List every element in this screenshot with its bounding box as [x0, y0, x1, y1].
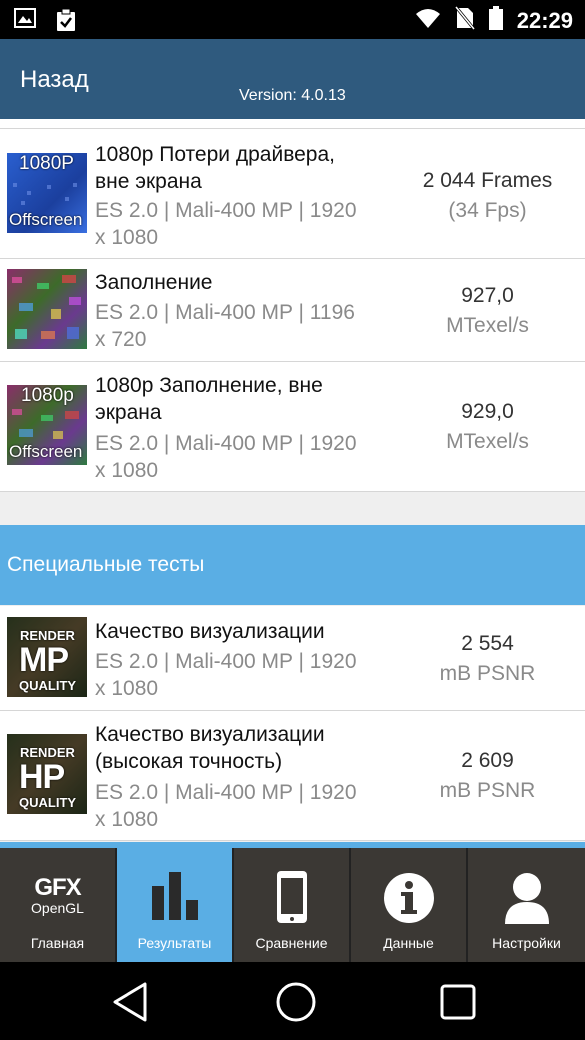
details-line: ES 2.0 | Mali-400 MP | 1920 [95, 781, 357, 804]
title-line: экрана [95, 401, 162, 424]
score-value: 2 554 [461, 632, 514, 655]
thumb-bottom-label: Offscreen [9, 442, 83, 461]
test-thumbnail: RENDER MP QUALITY [7, 617, 87, 697]
section-title: Специальные тесты [7, 553, 205, 576]
user-icon [468, 872, 585, 924]
title-line: Качество визуализации [95, 723, 325, 746]
details-line: ES 2.0 | Mali-400 MP | 1920 [95, 650, 357, 673]
tab-label: Данные [383, 935, 434, 951]
thumb-mid-label: HP [19, 758, 65, 796]
score-value: 929,0 [461, 400, 514, 423]
thumb-top-label: 1080P [19, 153, 74, 174]
status-bar: 22:29 [0, 0, 585, 39]
list-top-edge [0, 119, 585, 129]
clipboard-check-icon [54, 8, 78, 37]
test-details: ES 2.0 | Mali-400 MP | 1196 x 720 [95, 299, 385, 353]
details-line: x 1080 [95, 459, 159, 482]
phone-icon [234, 870, 349, 924]
details-line: ES 2.0 | Mali-400 MP | 1920 [95, 432, 357, 455]
test-row-fill-offscreen[interactable]: 1080p Offscreen 1080p Заполнение, вне эк… [0, 362, 585, 492]
bar-chart-icon [117, 870, 232, 922]
back-nav-button[interactable] [112, 982, 148, 1027]
home-nav-button[interactable] [275, 981, 317, 1028]
test-details: ES 2.0 | Mali-400 MP | 1920 x 1080 [95, 648, 385, 702]
title-line: 1080p Потери драйвера, [95, 143, 335, 166]
score-unit: mB PSNR [439, 779, 536, 802]
title-line: вне экрана [95, 170, 202, 193]
details-line: x 1080 [95, 808, 159, 831]
tab-label: Главная [30, 935, 85, 951]
gfx-logo-icon: GFX OpenGL [0, 874, 115, 917]
test-title: Заполнение [95, 269, 385, 296]
test-thumbnail: 1080p Offscreen [7, 385, 87, 465]
clock: 22:29 [516, 7, 573, 33]
test-details: ES 2.0 | Mali-400 MP | 1920 x 1080 [95, 430, 385, 484]
tab-compare[interactable]: Сравнение [234, 848, 351, 962]
gfx-logo-text: GFX [34, 874, 81, 901]
back-button[interactable]: Назад [20, 66, 89, 94]
score-unit: MTexel/s [446, 314, 529, 337]
bottom-tab-bar: GFX OpenGL Главная Результаты Сравнение [0, 848, 585, 962]
thumb-bottom-label: QUALITY [19, 795, 77, 810]
thumb-top-label: 1080p [21, 385, 74, 406]
score-unit: MTexel/s [446, 430, 529, 453]
test-details: ES 2.0 | Mali-400 MP | 1920 x 1080 [95, 779, 385, 833]
test-title: 1080p Потери драйвера, вне экрана [95, 141, 385, 195]
thumb-bottom-label: Offscreen [9, 210, 83, 229]
no-sim-icon [454, 6, 475, 35]
wifi-icon [415, 7, 441, 34]
battery-icon [488, 6, 503, 35]
test-row-render-quality[interactable]: RENDER MP QUALITY Качество визуализации … [0, 606, 585, 711]
title-line: Качество визуализации [95, 620, 325, 643]
test-row-fill[interactable]: Заполнение ES 2.0 | Mali-400 MP | 1196 x… [0, 259, 585, 362]
tab-home[interactable]: GFX OpenGL Главная [0, 848, 117, 962]
recents-nav-button[interactable] [440, 984, 476, 1025]
details-line: ES 2.0 | Mali-400 MP | 1196 [95, 301, 355, 324]
version-label: Version: 4.0.13 [239, 87, 346, 104]
score-value: 927,0 [461, 284, 514, 307]
title-line: Заполнение [95, 271, 213, 294]
thumb-mid-label: MP [19, 641, 69, 679]
test-row-driver-overhead-offscreen[interactable]: 1080P Offscreen 1080p Потери драйвера, в… [0, 129, 585, 259]
details-line: x 1080 [95, 677, 159, 700]
tab-label: Настройки [492, 935, 561, 951]
score-unit: (34 Fps) [448, 199, 527, 222]
score-value: 2 609 [461, 749, 514, 772]
test-thumbnail [7, 269, 87, 349]
tab-label: Результаты [137, 935, 212, 951]
image-notification-icon [14, 8, 36, 37]
tab-info[interactable]: Данные [351, 848, 468, 962]
test-title: 1080p Заполнение, вне экрана [95, 372, 385, 426]
results-list[interactable]: 1080P Offscreen 1080p Потери драйвера, в… [0, 119, 585, 848]
gfx-logo-subtext: OpenGL [31, 900, 84, 916]
system-nav-bar [0, 962, 585, 1040]
score-unit: mB PSNR [439, 662, 536, 685]
test-title: Качество визуализации [95, 618, 385, 645]
test-thumbnail: 1080P Offscreen [7, 153, 87, 233]
info-icon [351, 872, 466, 924]
test-title: Качество визуализации (высокая точность) [95, 721, 385, 775]
special-tests-header: Специальные тесты [0, 525, 585, 605]
score-value: 2 044 Frames [422, 169, 553, 192]
title-line: 1080p Заполнение, вне [95, 374, 323, 397]
tab-label: Сравнение [255, 935, 328, 951]
tab-results[interactable]: Результаты [117, 848, 234, 962]
details-line: x 1080 [95, 226, 159, 249]
title-line: (высокая точность) [95, 750, 283, 773]
thumb-bottom-label: QUALITY [19, 678, 77, 693]
details-line: ES 2.0 | Mali-400 MP | 1920 [95, 199, 357, 222]
app-header: Назад Version: 4.0.13 [0, 39, 585, 119]
test-details: ES 2.0 | Mali-400 MP | 1920 x 1080 [95, 197, 385, 251]
tab-settings[interactable]: Настройки [468, 848, 585, 962]
test-row-render-quality-high[interactable]: RENDER HP QUALITY Качество визуализации … [0, 711, 585, 841]
test-thumbnail: RENDER HP QUALITY [7, 734, 87, 814]
details-line: x 720 [95, 328, 147, 351]
